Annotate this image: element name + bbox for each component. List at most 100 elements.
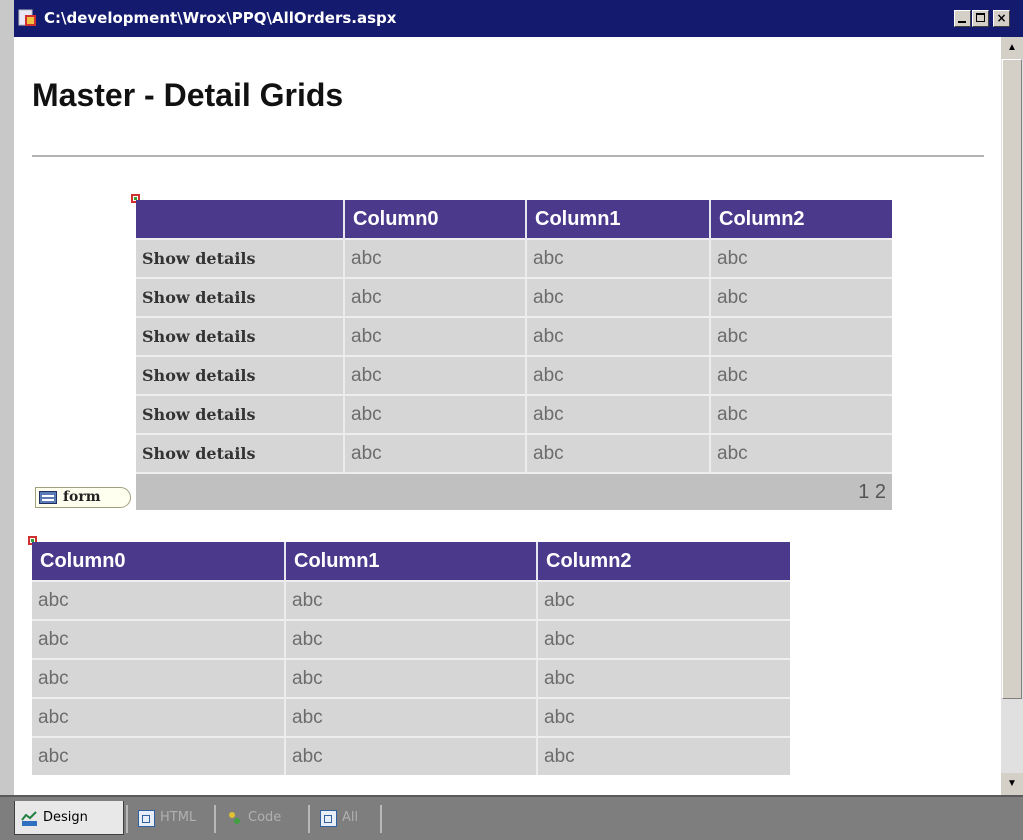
- scroll-thumb[interactable]: [1002, 59, 1022, 699]
- minimize-button[interactable]: [954, 10, 971, 27]
- detail-cell: abc: [537, 697, 790, 737]
- master-table-row: Show details abc abc abc: [136, 277, 892, 317]
- master-cell: abc: [710, 433, 892, 473]
- detail-cell: abc: [537, 619, 790, 659]
- detail-cell: abc: [32, 697, 286, 737]
- master-table-row: Show details abc abc abc: [136, 394, 892, 434]
- master-header-cell: Column2: [710, 200, 892, 239]
- detail-cell: abc: [32, 580, 286, 620]
- title-bar[interactable]: C:\development\Wrox\PPQ\AllOrders.aspx ×: [14, 0, 1023, 37]
- detail-cell: abc: [32, 736, 286, 775]
- vertical-scrollbar[interactable]: ▲ ▼: [1001, 37, 1023, 795]
- detail-header-cell: Column0: [32, 542, 286, 581]
- tab-html-label: HTML: [160, 810, 197, 825]
- code-icon: [226, 810, 243, 827]
- detail-cell: abc: [32, 658, 286, 698]
- master-header-cell: [136, 200, 345, 239]
- design-surface: Master - Detail Grids Column0 Column1 Co…: [14, 37, 1001, 795]
- view-tab-bar: Design HTML Code All: [0, 795, 1023, 840]
- master-cell: abc: [344, 316, 527, 356]
- master-cell: abc: [526, 238, 711, 278]
- scroll-up-button[interactable]: ▲: [1001, 37, 1023, 59]
- show-details-link[interactable]: Show details: [136, 238, 345, 278]
- maximize-button[interactable]: [972, 10, 989, 27]
- master-header-cell: Column0: [344, 200, 527, 239]
- show-details-link[interactable]: Show details: [136, 316, 345, 356]
- show-details-link[interactable]: Show details: [136, 433, 345, 473]
- master-cell: abc: [526, 394, 711, 434]
- detail-cell: abc: [285, 619, 538, 659]
- detail-cell: abc: [32, 619, 286, 659]
- down-arrow-icon: ▼: [1007, 778, 1017, 789]
- html-icon: [138, 810, 155, 827]
- pager-links[interactable]: 1 2: [136, 472, 892, 510]
- detail-datagrid[interactable]: Column0 Column1 Column2 abc abc abc abc …: [32, 542, 790, 775]
- master-cell: abc: [344, 433, 527, 473]
- minimize-icon: [958, 21, 966, 23]
- master-cell: abc: [526, 316, 711, 356]
- tab-design[interactable]: Design: [14, 801, 124, 835]
- window-title: C:\development\Wrox\PPQ\AllOrders.aspx: [44, 9, 397, 27]
- detail-cell: abc: [285, 658, 538, 698]
- detail-header-row: Column0 Column1 Column2: [32, 542, 790, 581]
- detail-table-row: abc abc abc: [32, 697, 790, 737]
- show-details-link[interactable]: Show details: [136, 394, 345, 434]
- tab-design-label: Design: [43, 810, 88, 825]
- design-icon: [21, 810, 38, 827]
- master-cell: abc: [526, 277, 711, 317]
- master-cell: abc: [710, 394, 892, 434]
- aspx-file-icon: [18, 9, 38, 27]
- up-arrow-icon: ▲: [1007, 42, 1017, 53]
- horizontal-rule: [32, 155, 984, 157]
- all-icon: [320, 810, 337, 827]
- form-tag[interactable]: form: [35, 487, 131, 508]
- detail-cell: abc: [537, 658, 790, 698]
- detail-table-row: abc abc abc: [32, 580, 790, 620]
- master-table-row: Show details abc abc abc: [136, 238, 892, 278]
- form-tag-label: form: [63, 489, 101, 505]
- tab-all[interactable]: All: [314, 801, 374, 835]
- tab-separator: [214, 805, 216, 833]
- master-header-row: Column0 Column1 Column2: [136, 200, 892, 239]
- master-cell: abc: [710, 316, 892, 356]
- detail-cell: abc: [285, 736, 538, 775]
- show-details-link[interactable]: Show details: [136, 355, 345, 395]
- tab-separator: [308, 805, 310, 833]
- master-cell: abc: [344, 238, 527, 278]
- master-table-row: Show details abc abc abc: [136, 433, 892, 473]
- scroll-down-button[interactable]: ▼: [1001, 773, 1023, 795]
- detail-table-row: abc abc abc: [32, 658, 790, 698]
- master-cell: abc: [344, 355, 527, 395]
- tab-all-label: All: [342, 810, 359, 825]
- master-datagrid[interactable]: Column0 Column1 Column2 Show details abc…: [136, 200, 892, 510]
- master-table-row: Show details abc abc abc: [136, 316, 892, 356]
- close-button[interactable]: ×: [993, 10, 1010, 27]
- detail-header-cell: Column1: [285, 542, 538, 581]
- maximize-icon: [976, 13, 985, 22]
- master-cell: abc: [710, 238, 892, 278]
- master-table-row: Show details abc abc abc: [136, 355, 892, 395]
- master-pager-row: 1 2: [136, 472, 892, 510]
- show-details-link[interactable]: Show details: [136, 277, 345, 317]
- detail-cell: abc: [285, 697, 538, 737]
- master-cell: abc: [710, 277, 892, 317]
- detail-cell: abc: [537, 580, 790, 620]
- master-header-cell: Column1: [526, 200, 711, 239]
- form-icon: [39, 491, 57, 504]
- master-cell: abc: [526, 433, 711, 473]
- detail-cell: abc: [285, 580, 538, 620]
- detail-header-cell: Column2: [537, 542, 790, 581]
- master-cell: abc: [710, 355, 892, 395]
- window-frame-left: [0, 0, 14, 840]
- master-cell: abc: [344, 394, 527, 434]
- tab-code[interactable]: Code: [220, 801, 306, 835]
- master-cell: abc: [344, 277, 527, 317]
- detail-table-row: abc abc abc: [32, 736, 790, 775]
- master-cell: abc: [526, 355, 711, 395]
- close-icon: ×: [996, 11, 1007, 25]
- tab-html[interactable]: HTML: [132, 801, 212, 835]
- detail-cell: abc: [537, 736, 790, 775]
- tab-code-label: Code: [248, 810, 282, 825]
- tab-separator: [380, 805, 382, 833]
- tab-separator: [126, 805, 128, 833]
